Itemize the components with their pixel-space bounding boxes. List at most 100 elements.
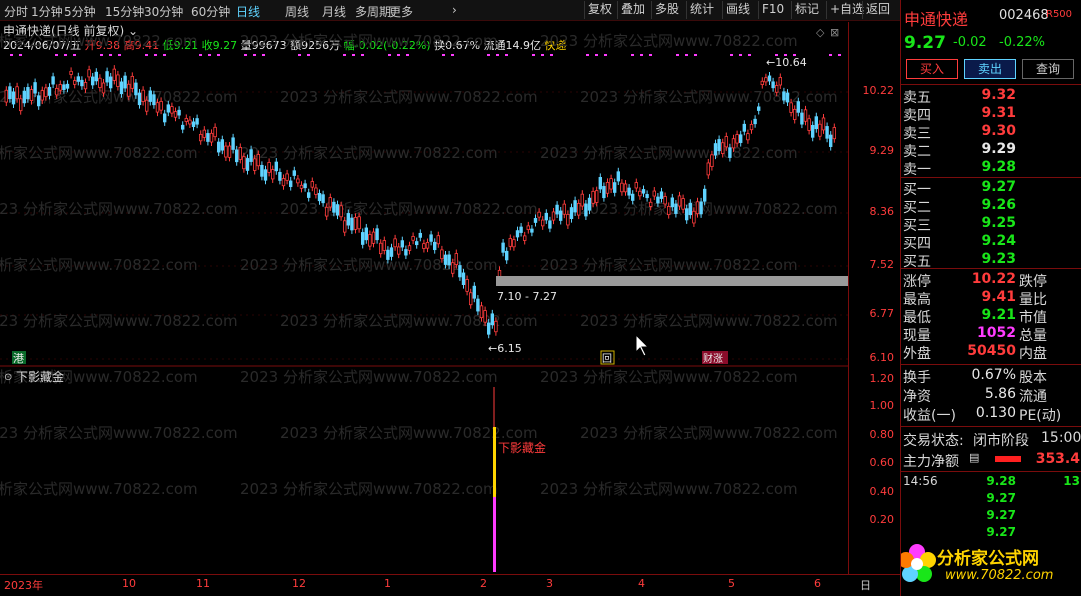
ask-row[interactable]: 卖二 9.29	[901, 141, 1081, 160]
bid-row[interactable]: 买四 9.24	[901, 233, 1081, 252]
toolbar-button-4[interactable]: 画线	[722, 1, 753, 19]
candle	[137, 92, 142, 106]
tick-price: 9.28	[986, 474, 1016, 488]
candle	[69, 70, 73, 75]
candle	[450, 262, 455, 274]
period-tab-3[interactable]: 15分钟	[105, 3, 144, 20]
candle	[735, 134, 739, 144]
candle	[407, 245, 412, 251]
flow-bar	[995, 456, 1021, 462]
candle	[87, 69, 91, 78]
price-range-band	[496, 276, 848, 286]
toolbar-button-7[interactable]: +自选	[826, 1, 867, 19]
period-tab-1[interactable]: 1分钟	[31, 3, 63, 20]
candle	[11, 91, 16, 105]
period-tab-2[interactable]: 5分钟	[64, 3, 96, 20]
candle	[508, 238, 512, 247]
watermark-text: 2023 分析家公式网www.70822.com	[240, 480, 498, 498]
bid-row[interactable]: 买二 9.26	[901, 197, 1081, 216]
signal-dot	[208, 54, 211, 56]
period-tab-0[interactable]: 分时	[4, 3, 28, 20]
hk-badge[interactable]: 港	[13, 352, 24, 365]
period-tab-6[interactable]: 日线	[236, 3, 260, 20]
ask-row[interactable]: 卖五 9.32	[901, 87, 1081, 106]
period-tab-8[interactable]: 月线	[322, 3, 346, 20]
box-badge[interactable]: 回	[602, 353, 612, 365]
toolbar-button-1[interactable]: 叠加	[617, 1, 648, 19]
toolbar-button-8[interactable]: 返回	[862, 1, 893, 19]
bid-row[interactable]: 买三 9.25	[901, 215, 1081, 234]
candle	[515, 230, 520, 238]
fund-value: 0.130	[975, 405, 1016, 421]
period-tab-9[interactable]: 多周期	[355, 3, 391, 20]
candle	[767, 75, 772, 82]
toolbar-button-0[interactable]: 复权	[584, 1, 615, 19]
ask-label: 卖三	[903, 126, 931, 142]
indicator-chevron-icon[interactable]: ⊙	[4, 372, 12, 383]
signal-dot	[685, 54, 688, 56]
candle	[216, 141, 221, 153]
divider	[901, 84, 1081, 85]
toolbar-button-3[interactable]: 统计	[686, 1, 717, 19]
candle	[699, 201, 703, 215]
shrink-icon[interactable]: ⊠	[830, 26, 839, 39]
ask-row[interactable]: 卖四 9.31	[901, 105, 1081, 124]
bid-price: 9.25	[981, 215, 1016, 231]
signal-dot	[640, 54, 643, 56]
candle	[51, 76, 55, 85]
candle	[591, 190, 595, 204]
ask-price: 9.28	[981, 159, 1016, 175]
period-tab-7[interactable]: 周线	[285, 3, 309, 20]
indicator-bar-magenta	[493, 497, 496, 572]
indicator-bar-yellow	[493, 427, 496, 497]
candle	[213, 126, 217, 138]
bid-row[interactable]: 买一 9.27	[901, 179, 1081, 198]
signal-dot	[451, 54, 454, 56]
watermark-text: 2023 分析家公式网www.70822.com	[0, 32, 198, 50]
indicator-tick: 0.60	[869, 456, 895, 469]
candle	[454, 253, 458, 265]
signal-dot	[361, 54, 364, 56]
candle	[170, 106, 174, 114]
period-tab-10[interactable]: 更多	[389, 3, 413, 20]
candle	[587, 197, 592, 211]
signal-dot	[595, 54, 598, 56]
toolbar-button-2[interactable]: 多股	[651, 1, 682, 19]
tick-price: 9.27	[986, 508, 1016, 522]
toolbar-button-6[interactable]: 标记	[791, 1, 822, 19]
fund-row: 换手 0.67% 股本	[901, 367, 1081, 386]
signal-dot	[829, 54, 832, 56]
candle	[688, 202, 692, 216]
sell-button[interactable]: 卖出	[964, 59, 1016, 79]
candle	[533, 218, 538, 223]
buy-button[interactable]: 买入	[906, 59, 958, 79]
signal-dot	[388, 54, 391, 56]
toolbar-button-5[interactable]: F10	[758, 1, 787, 19]
watermark-text: 2023 分析家公式网www.70822.com	[240, 144, 498, 162]
candle	[541, 219, 545, 227]
candle	[98, 77, 102, 88]
ask-row[interactable]: 卖三 9.30	[901, 123, 1081, 142]
candle	[198, 133, 203, 142]
candle	[314, 187, 318, 195]
fund-value: 5.86	[984, 386, 1016, 402]
kline-chart[interactable]: 2023 分析家公式网www.70822.com 2023 分析家公式网www.7…	[0, 22, 900, 574]
period-tab-5[interactable]: 60分钟	[191, 3, 230, 20]
candle	[685, 208, 689, 221]
query-button[interactable]: 查询	[1022, 59, 1074, 79]
list-icon[interactable]: ▤	[969, 451, 979, 464]
candle	[65, 83, 70, 89]
chevron-right-icon[interactable]: ›	[452, 3, 457, 17]
ask-row[interactable]: 卖一 9.28	[901, 159, 1081, 178]
diamond-icon[interactable]: ◇	[816, 26, 825, 39]
date-tick: 日	[860, 579, 871, 592]
period-tab-4[interactable]: 30分钟	[144, 3, 183, 20]
candle	[112, 68, 116, 81]
candle	[360, 232, 365, 245]
signal-dot	[343, 54, 346, 56]
signal-dot	[100, 54, 103, 56]
high-annotation: ←10.64	[766, 56, 807, 69]
candle	[249, 149, 253, 162]
fin-badge[interactable]: 财涨	[703, 352, 723, 365]
price-change: -0.02	[953, 35, 987, 50]
